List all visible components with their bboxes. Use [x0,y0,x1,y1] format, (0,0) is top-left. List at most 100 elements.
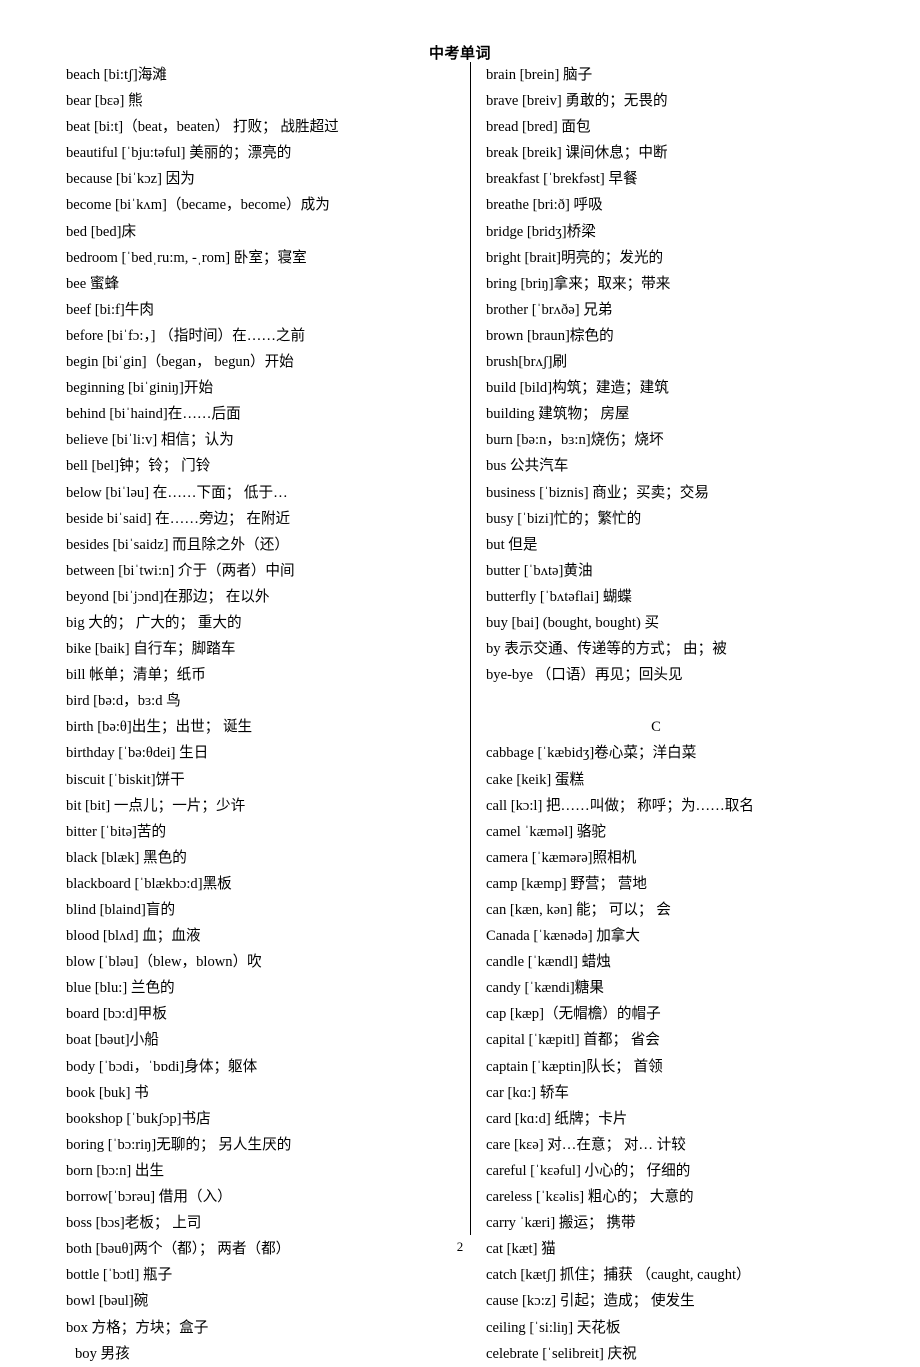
word-entry: bread [bred] 面包 [486,119,591,136]
word-entry: board [bɔ:d]甲板 [66,1006,167,1023]
word-entry: believe [biˈli:v] 相信；认为 [66,432,234,449]
word-entry: boring [ˈbɔ:riŋ]无聊的； 另人生厌的 [66,1136,292,1153]
word-entry: bit [bit] 一点儿；一片；少许 [66,797,246,814]
word-entry: bird [bə:d，bɜ:d 鸟 [66,693,181,710]
word-entry: break [breik] 课间休息；中断 [486,145,668,162]
word-entry: blue [blu:] 兰色的 [66,980,175,997]
word-entry: Canada [ˈkænədə] 加拿大 [486,928,640,945]
word-entry: card [kɑ:d] 纸牌；卡片 [486,1110,628,1127]
word-entry: bedroom [ˈbedˌru:m, -ˌrom] 卧室；寝室 [66,249,307,266]
word-entry: brother [ˈbrʌðə] 兄弟 [486,301,613,318]
section-letter-heading: C [651,719,661,736]
word-entry: camera [ˈkæmərə]照相机 [486,849,637,866]
word-entry: burn [bə:n，bɜ:n]烧伤；烧坏 [486,432,664,449]
word-entry: careless [ˈkɛəlis] 粗心的； 大意的 [486,1189,694,1206]
word-entry: breakfast [ˈbrekfəst] 早餐 [486,171,638,188]
word-entry: cabbage [ˈkæbidʒ]卷心菜；洋白菜 [486,745,697,762]
word-entry: blow [ˈbləu]（blew，blown）吹 [66,954,262,971]
page-title: 中考单词 [428,44,491,62]
word-entry: butter [ˈbʌtə]黄油 [486,562,593,579]
word-entry: capital [ˈkæpitl] 首都； 省会 [486,1032,660,1049]
word-entry: by 表示交通、传递等的方式； 由；被 [486,641,727,658]
word-entry: bowl [bəul]碗 [66,1293,149,1310]
word-entry: camp [kæmp] 野营； 营地 [486,875,647,892]
document-page: 中考单词 beach [bi:tʃ]海滩 bear [bɛə] 熊 beat [bi… [0,0,920,1362]
word-entry: bookshop [ˈbukʃɔp]书店 [66,1110,211,1127]
word-entry: butterfly [ˈbʌtəflai] 蝴蝶 [486,588,632,605]
word-entry: body [ˈbɔdi，ˈbɒdi]身体；躯体 [66,1058,258,1075]
word-entry: beef [bi:f]牛肉 [66,301,154,318]
word-entry: but 但是 [486,536,538,553]
word-entry: call [kɔ:l] 把……叫做； 称呼；为……取名 [486,797,754,814]
word-entry: care [kɛə] 对…在意； 对… 计较 [486,1136,686,1153]
word-entry: cap [kæp]（无帽檐）的帽子 [486,1006,661,1023]
word-entry: below [biˈləu] 在……下面； 低于… [66,484,288,501]
word-entry: candy [ˈkændi]糖果 [486,980,604,997]
word-entry: build [bild]构筑；建造；建筑 [486,380,669,397]
word-entry: blood [blʌd] 血；血液 [66,928,201,945]
word-entry: birthday [ˈbə:θdei] 生日 [66,745,209,762]
word-entry: celebrate [ˈselibreit] 庆祝 [486,1345,637,1362]
word-entry: careful [ˈkɛəful] 小心的； 仔细的 [486,1162,691,1179]
word-entry: bring [briŋ]拿来；取来；带来 [486,275,671,292]
word-entry: begin [biˈgin]（began， begun）开始 [66,354,294,371]
word-entry: because [biˈkɔz] 因为 [66,171,195,188]
word-entry: bitter [ˈbitə]苦的 [66,823,167,840]
word-entry: blind [blaind]盲的 [66,902,176,918]
word-list-columns: beach [bi:tʃ]海滩 bear [bɛə] 熊 beat [bi:t]（b… [0,62,920,1367]
word-entry: bike [baik] 自行车；脚踏车 [66,641,236,658]
word-entry: before [biˈfɔ:，] （指时间）在……之前 [66,327,306,344]
word-entry: blackboard [ˈblækbɔ:d]黑板 [66,875,232,892]
word-entry: beyond [biˈjɔnd]在那边； 在以外 [66,588,270,605]
left-column: beach [bi:tʃ]海滩 bear [bɛə] 熊 beat [bi:t]（b… [0,62,470,1367]
word-entry: boy 男孩 [75,1345,130,1362]
word-entry: bell [bel]钟；铃； 门铃 [66,458,211,475]
word-entry: cake [keik] 蛋糕 [486,771,585,788]
word-entry: book [buk] 书 [66,1084,149,1101]
word-entry: busy [ˈbizi]忙的；繁忙的 [486,510,642,527]
word-entry: beat [bi:t]（beat，beaten） 打败； 战胜超过 [66,119,339,136]
word-entry: black [blæk] 黑色的 [66,849,187,866]
word-entry: brown [braun]棕色的 [486,327,614,344]
word-entry: brush[brʌʃ]刷 [486,354,568,371]
word-entry: breathe [bri:ð] 呼吸 [486,197,603,214]
word-entry: beautiful [ˈbju:təful] 美丽的；漂亮的 [66,145,292,162]
word-entry: car [kɑ:] 轿车 [486,1084,570,1101]
word-entry: bye-bye （口语）再见；回头见 [486,667,683,684]
word-entry: between [biˈtwi:n] 介于（两者）中间 [66,562,295,579]
word-entry: born [bɔ:n] 出生 [66,1162,165,1179]
word-entry: can [kæn, kən] 能； 可以； 会 [486,902,671,918]
word-entry: bright [brait]明亮的；发光的 [486,249,664,266]
word-entry: biscuit [ˈbiskit]饼干 [66,771,185,788]
word-entry: bottle [ˈbɔtl] 瓶子 [66,1267,173,1284]
word-entry: behind [biˈhaind]在……后面 [66,406,241,423]
word-entry: buy [bai] (bought, bought) 买 [486,614,660,631]
right-column: brain [brein] 脑子 brave [breiv] 勇敢的；无畏的 bre… [470,62,920,1367]
word-entry: cause [kɔ:z] 引起；造成； 使发生 [486,1293,695,1310]
word-entry: camel ˈkæməl] 骆驼 [486,823,606,840]
word-entry: beginning [biˈginiŋ]开始 [66,380,214,397]
word-entry: besides [biˈsaidz] 而且除之外（还） [66,536,289,553]
word-entry: bee 蜜蜂 [66,275,120,292]
word-entry: bill 帐单；清单；纸币 [66,667,206,684]
word-entry: brain [brein] 脑子 [486,67,593,83]
word-entry: big 大的； 广大的； 重大的 [66,614,242,631]
word-entry: beach [bi:tʃ]海滩 [66,67,167,83]
word-entry: catch [kætʃ] 抓住；捕获 （caught, caught） [486,1267,751,1284]
word-entry: ceiling [ˈsi:liŋ] 天花板 [486,1319,621,1336]
word-entry: bed [bed]床 [66,223,137,240]
word-entry: beside biˈsaid] 在……旁边； 在附近 [66,510,291,527]
word-entry: candle [ˈkændl] 蜡烛 [486,954,611,971]
word-entry: borrow[ˈbɔrəu] 借用（入） [66,1189,232,1206]
word-entry: birth [bə:θ]出生；出世； 诞生 [66,719,253,736]
word-entry: box 方格；方块；盒子 [66,1319,209,1336]
word-entry: building 建筑物； 房屋 [486,406,630,423]
word-entry: captain [ˈkæptin]队长； 首领 [486,1058,663,1075]
word-entry: carry ˈkæri] 搬运； 携带 [486,1215,636,1232]
page-number: 2 [456,1239,464,1254]
word-entry: bear [bɛə] 熊 [66,93,143,110]
word-entry: boat [bəut]小船 [66,1032,159,1049]
word-entry: become [biˈkʌm]（became，become）成为 [66,197,330,214]
word-entry: brave [breiv] 勇敢的；无畏的 [486,93,668,110]
